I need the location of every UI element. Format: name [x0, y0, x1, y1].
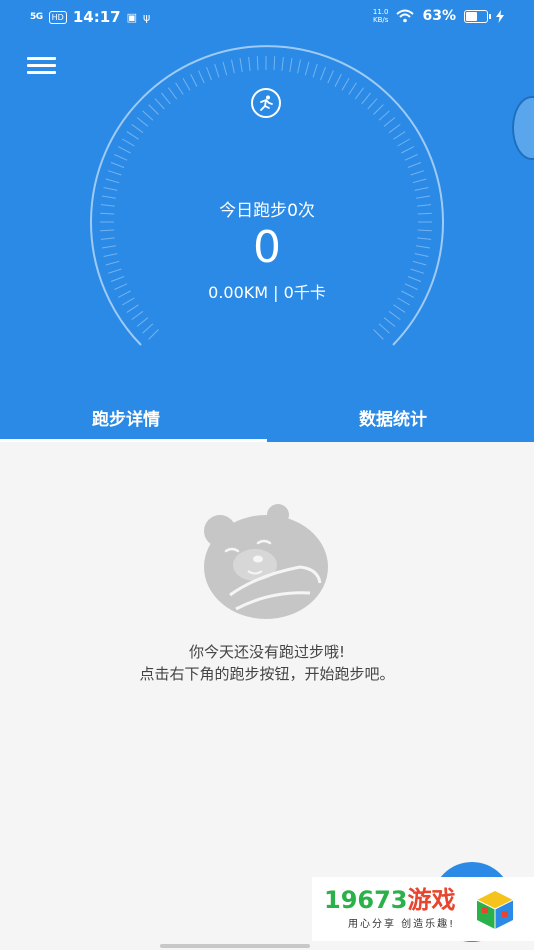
- gauge-tick: [206, 66, 212, 81]
- gauge-tick: [214, 63, 220, 78]
- gauge-tick: [378, 323, 390, 334]
- tab-data-statistics[interactable]: 数据统计: [359, 405, 427, 430]
- gauge-tick: [142, 110, 154, 121]
- gauge-tick: [136, 317, 149, 327]
- gauge-tick: [393, 131, 406, 140]
- gauge-tick: [383, 117, 396, 127]
- gauge-tick: [114, 154, 128, 161]
- cube-logo-icon: [476, 891, 514, 929]
- gauge-tick: [273, 56, 276, 71]
- gauge-tick: [175, 82, 184, 95]
- navigation-bar: [160, 944, 310, 948]
- gauge-tick: [148, 329, 159, 340]
- watermark-brand: 19673游戏: [324, 885, 456, 915]
- gauge-tick: [148, 104, 159, 115]
- today-runs-label: 今日跑步0次: [219, 201, 315, 221]
- gauge-tick: [105, 178, 120, 184]
- gauge-tick: [378, 110, 390, 121]
- gauge-tick: [131, 123, 144, 134]
- gauge-tick: [341, 77, 350, 91]
- header-panel: 5G HD 14:17 ▣ ψ 11.0 KB/s 63% 今日跑步0次 0 0…: [0, 0, 534, 442]
- gauge-tick: [312, 63, 318, 78]
- gauge-tick: [367, 98, 378, 110]
- gauge-tick: [383, 317, 396, 327]
- gauge-tick: [126, 304, 139, 313]
- gauge-tick: [256, 56, 259, 71]
- gauge-tick: [198, 70, 205, 84]
- gauge-tick: [107, 170, 122, 176]
- gauge-tick: [388, 310, 401, 321]
- gauge-tick: [121, 138, 135, 147]
- today-distance-calories: 0.00KM | 0千卡: [208, 283, 326, 302]
- gauge-tick: [126, 131, 139, 140]
- empty-state-hint: 点击右下角的跑步按钮，开始跑步吧。: [139, 665, 395, 683]
- watermark-slogan: 用心分享 创造乐趣!: [348, 919, 456, 930]
- gauge-tick: [190, 73, 198, 87]
- gauge-tick: [304, 61, 310, 76]
- gauge-tick: [320, 66, 326, 81]
- gauge-tick: [136, 117, 149, 127]
- gauge-tick: [407, 162, 422, 168]
- gauge-tick: [327, 70, 334, 84]
- gauge-tick: [182, 77, 191, 91]
- gauge-tick: [239, 57, 243, 72]
- gauge-tick: [410, 170, 425, 176]
- gauge-tick: [281, 56, 284, 71]
- gauge-tick: [414, 187, 429, 191]
- gauge-tick: [361, 92, 371, 105]
- gauge-tick: [401, 146, 415, 154]
- tab-run-details[interactable]: 跑步详情: [92, 405, 160, 430]
- gauge-tick: [297, 59, 301, 74]
- gauge-tick: [393, 304, 406, 313]
- gauge-tick: [110, 162, 125, 168]
- gauge-tick: [373, 329, 384, 340]
- gauge-tick: [373, 104, 384, 115]
- gauge-tick: [142, 323, 154, 334]
- watermark-text: 19673游戏 用心分享 创造乐趣!: [324, 885, 456, 930]
- gauge-tick: [404, 154, 418, 161]
- gauge-tick: [334, 73, 342, 87]
- gauge-tick: [161, 92, 171, 105]
- watermark-banner: 19673游戏 用心分享 创造乐趣!: [312, 877, 534, 941]
- gauge-tick: [167, 87, 178, 100]
- sleeping-bear-illustration: [204, 504, 328, 619]
- gauge-tick: [231, 59, 235, 74]
- gauge-tick: [222, 61, 228, 76]
- today-steps-value: 0: [253, 222, 281, 273]
- empty-state-message: 你今天还没有跑过步哦!: [188, 643, 345, 661]
- gauge-tick: [117, 146, 131, 154]
- watermark-brand-digits: 19673: [324, 886, 408, 914]
- gauge-tick: [154, 98, 165, 110]
- gauge-tick: [354, 87, 365, 100]
- gauge-tick: [289, 57, 293, 72]
- gauge-tick: [248, 56, 251, 71]
- gauge-tick: [412, 178, 427, 184]
- gauge-tick: [388, 123, 401, 134]
- gauge-tick: [397, 138, 411, 147]
- gauge-tick: [348, 82, 357, 95]
- watermark-brand-cn: 游戏: [407, 886, 456, 914]
- gauge-tick: [103, 187, 118, 191]
- step-gauge: [90, 45, 444, 346]
- gauge-tick: [131, 310, 144, 321]
